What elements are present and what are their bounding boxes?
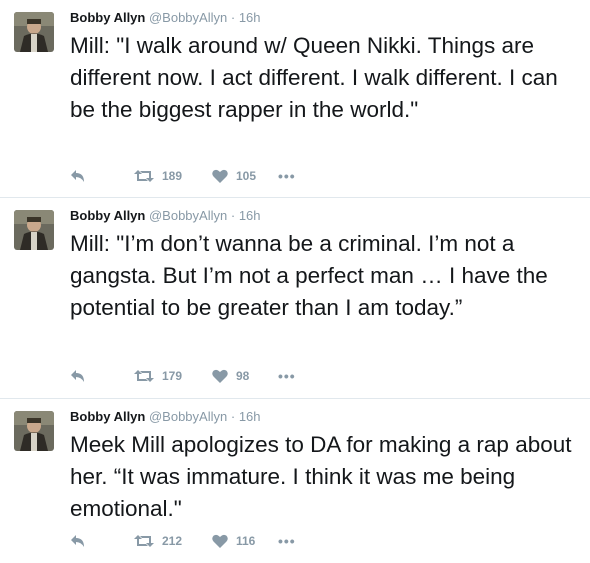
tweet-header: Bobby Allyn @BobbyAllyn · 16h [70,409,261,424]
author-name[interactable]: Bobby Allyn [70,10,145,25]
tweet-timestamp[interactable]: 16h [239,208,261,223]
tweet: Bobby Allyn @BobbyAllyn · 16h Mill: "I’m… [0,198,590,398]
retweet-button[interactable]: 179 [134,369,212,383]
avatar[interactable] [14,411,54,451]
retweet-icon [134,169,154,183]
tweet-header: Bobby Allyn @BobbyAllyn · 16h [70,208,261,223]
reply-button[interactable] [70,534,134,548]
heart-icon [212,369,228,383]
tweet: Bobby Allyn @BobbyAllyn · 16h Mill: "I w… [0,0,590,197]
reply-icon [70,369,86,383]
tweet-text: Mill: "I walk around w/ Queen Nikki. Thi… [70,33,558,122]
reply-icon [70,534,86,548]
header-separator: · [230,10,236,25]
more-icon: ••• [278,168,296,184]
tweet-header: Bobby Allyn @BobbyAllyn · 16h [70,10,261,25]
more-button[interactable]: ••• [278,168,296,184]
like-count: 116 [236,534,256,548]
like-button[interactable]: 105 [212,169,278,183]
heart-icon [212,534,228,548]
tweet-text: Meek Mill apologizes to DA for making a … [70,432,572,521]
tweet-actions: 212 116 ••• [70,533,296,549]
like-button[interactable]: 98 [212,369,278,383]
avatar[interactable] [14,210,54,250]
tweet-timestamp[interactable]: 16h [239,10,261,25]
reply-icon [70,169,86,183]
retweet-button[interactable]: 189 [134,169,212,183]
author-handle[interactable]: @BobbyAllyn [149,10,227,25]
like-button[interactable]: 116 [212,534,278,548]
tweet-text: Mill: "I’m don’t wanna be a criminal. I’… [70,231,548,320]
retweet-count: 179 [162,369,183,383]
tweet-actions: 189 105 ••• [70,168,296,184]
reply-button[interactable] [70,369,134,383]
author-handle[interactable]: @BobbyAllyn [149,208,227,223]
retweet-icon [134,534,154,548]
author-name[interactable]: Bobby Allyn [70,409,145,424]
more-button[interactable]: ••• [278,533,296,549]
header-separator: · [230,409,236,424]
tweet-feed: Bobby Allyn @BobbyAllyn · 16h Mill: "I w… [0,0,590,563]
heart-icon [212,169,228,183]
retweet-icon [134,369,154,383]
author-name[interactable]: Bobby Allyn [70,208,145,223]
tweet-timestamp[interactable]: 16h [239,409,261,424]
like-count: 105 [236,169,257,183]
retweet-count: 212 [162,534,183,548]
avatar[interactable] [14,12,54,52]
retweet-button[interactable]: 212 [134,534,212,548]
tweet: Bobby Allyn @BobbyAllyn · 16h Meek Mill … [0,399,590,563]
more-icon: ••• [278,368,296,384]
retweet-count: 189 [162,169,183,183]
reply-button[interactable] [70,169,134,183]
more-button[interactable]: ••• [278,368,296,384]
header-separator: · [230,208,236,223]
like-count: 98 [236,369,250,383]
tweet-actions: 179 98 ••• [70,368,296,384]
more-icon: ••• [278,533,296,549]
author-handle[interactable]: @BobbyAllyn [149,409,227,424]
